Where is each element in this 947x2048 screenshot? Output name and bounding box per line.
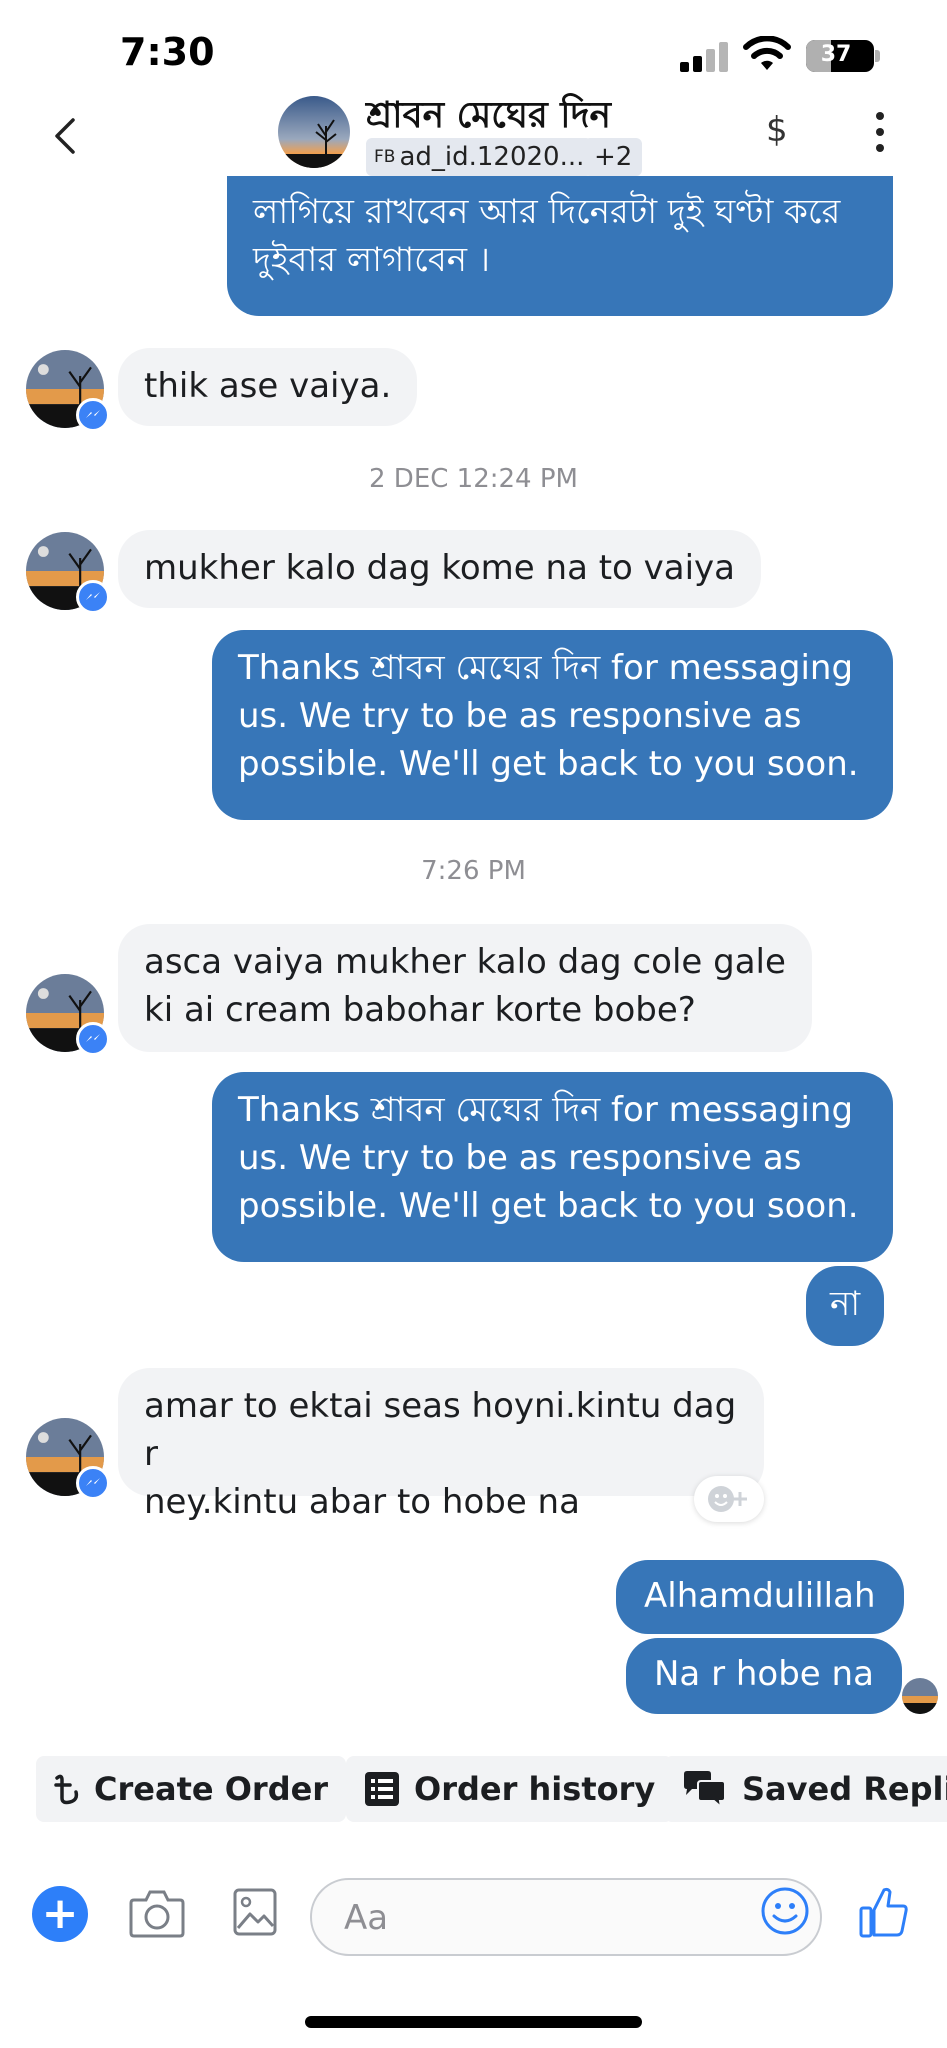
thumbs-up-icon [859,1887,908,1938]
cellular-signal-icon [680,42,732,72]
incoming-message[interactable]: mukher kalo dag kome na to vaiya [118,530,762,608]
back-button[interactable] [40,108,90,164]
outgoing-message[interactable]: লাগিয়ে রাখবেন আর দিনেরটা দুই ঘণ্টা করে … [227,176,893,316]
taka-icon [54,1772,80,1806]
messenger-badge-icon [76,398,110,432]
order-history-button[interactable]: Order history [346,1756,674,1822]
chat-bubbles-icon [682,1770,728,1808]
image-icon [233,1888,277,1936]
message-timestamp: 7:26 PM [421,856,526,886]
ad-tag-label: ad_id.12020... [399,142,585,172]
wifi-icon [742,35,792,72]
contact-avatar-small[interactable] [26,1418,110,1500]
saved-replies-button[interactable]: Saved Replies [664,1756,947,1822]
contact-avatar-small[interactable] [26,974,110,1056]
message-input-placeholder: Aa [344,1898,389,1938]
like-button[interactable] [858,1884,910,1940]
message-thread[interactable]: লাগিয়ে রাখবেন আর দিনেরটা দুই ঘণ্টা করে … [0,176,947,1728]
contact-avatar-small[interactable] [26,532,110,614]
saved-replies-label: Saved Replies [742,1770,947,1808]
add-attachment-button[interactable]: + [32,1886,88,1942]
message-input[interactable]: Aa [310,1878,822,1956]
payment-button[interactable]: $ [766,110,788,150]
contact-avatar-small[interactable] [26,350,110,432]
order-history-label: Order history [414,1770,656,1808]
camera-button[interactable] [128,1886,186,1942]
gallery-button[interactable] [232,1884,278,1940]
emoji-button[interactable] [760,1886,810,1936]
create-order-label: Create Order [94,1770,329,1808]
quick-actions-bar: Create Order Order history Saved Replies [0,1756,947,1822]
battery-percentage: 37 [820,42,852,67]
camera-icon [129,1890,185,1938]
messenger-badge-icon [76,1466,110,1500]
status-bar: 7:30 37 [0,0,947,100]
more-tags-chip[interactable]: +2 [584,138,643,176]
chevron-left-icon [55,118,75,154]
outgoing-message[interactable]: না [806,1266,885,1346]
more-options-button[interactable] [870,112,890,152]
message-timestamp: 2 DEC 12:24 PM [369,464,578,494]
conversation-header: শ্রাবন মেঘের দিন FB ad_id.12020... +2 $ [0,88,947,188]
messenger-badge-icon [76,1022,110,1056]
add-reaction-icon [708,1486,747,1512]
contact-avatar[interactable] [278,96,350,168]
seen-indicator-avatar [902,1678,938,1714]
outgoing-message[interactable]: Na r hobe na [626,1638,902,1714]
message-composer: + Aa [0,1870,947,1960]
messenger-badge-icon [76,580,110,614]
outgoing-message[interactable]: Thanks শ্রাবন মেঘের দিন for messaging us… [212,630,893,820]
add-reaction-button[interactable] [694,1476,764,1522]
ad-tag-prefix: FB [374,147,396,167]
incoming-message[interactable]: amar to ektai seas hoyni.kintu dag r ney… [118,1368,764,1522]
incoming-message[interactable]: asca vaiya mukher kalo dag cole gale ki … [118,924,812,1052]
outgoing-message[interactable]: Alhamdulillah [616,1560,904,1634]
outgoing-message[interactable]: Thanks শ্রাবন মেঘের দিন for messaging us… [212,1072,893,1262]
battery-icon: 37 [806,40,880,72]
incoming-message[interactable]: thik ase vaiya. [118,348,418,426]
list-icon [364,1771,400,1807]
create-order-button[interactable]: Create Order [36,1756,347,1822]
battery-tip [875,50,880,62]
status-time: 7:30 [120,30,215,74]
home-indicator[interactable] [305,2016,642,2028]
ad-tag-chip[interactable]: FB ad_id.12020... [366,138,593,176]
smiley-icon [761,1887,809,1935]
